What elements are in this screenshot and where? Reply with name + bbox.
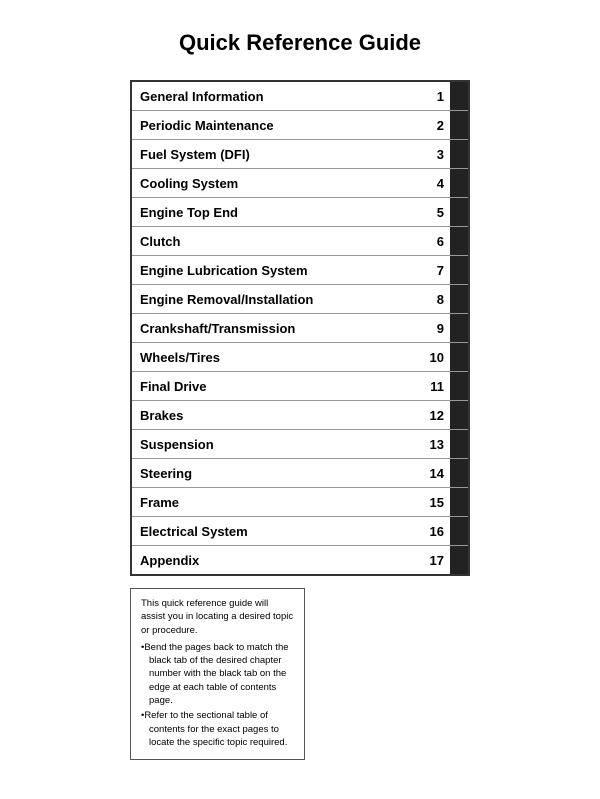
note-box: This quick reference guide will assist y… (130, 588, 305, 760)
note-text-first: This quick reference guide will assist y… (141, 597, 294, 637)
toc-row: Frame15 (132, 488, 468, 517)
toc-label: Cooling System (132, 171, 422, 196)
toc-tab-black (450, 459, 468, 487)
toc-number: 14 (422, 461, 450, 486)
toc-row: General Information1 (132, 82, 468, 111)
toc-tab-black (450, 372, 468, 400)
toc-row: Appendix17 (132, 546, 468, 574)
toc-label: Brakes (132, 403, 422, 428)
toc-label: Fuel System (DFI) (132, 142, 422, 167)
toc-row: Engine Removal/Installation8 (132, 285, 468, 314)
toc-number: 6 (422, 229, 450, 254)
toc-tab-black (450, 140, 468, 168)
toc-row: Wheels/Tires10 (132, 343, 468, 372)
toc-label: Clutch (132, 229, 422, 254)
toc-tab-black (450, 227, 468, 255)
toc-row: Cooling System4 (132, 169, 468, 198)
toc-row: Engine Lubrication System7 (132, 256, 468, 285)
toc-number: 11 (422, 374, 450, 399)
toc-tab-black (450, 256, 468, 284)
toc-tab-black (450, 169, 468, 197)
toc-row: Clutch6 (132, 227, 468, 256)
toc-number: 2 (422, 113, 450, 138)
toc-row: Suspension13 (132, 430, 468, 459)
toc-label: Crankshaft/Transmission (132, 316, 422, 341)
toc-label: Final Drive (132, 374, 422, 399)
toc-number: 4 (422, 171, 450, 196)
toc-tab-black (450, 198, 468, 226)
toc-tab-black (450, 430, 468, 458)
toc-number: 12 (422, 403, 450, 428)
toc-row: Brakes12 (132, 401, 468, 430)
toc-label: Appendix (132, 548, 422, 573)
toc-label: Electrical System (132, 519, 422, 544)
toc-row: Steering14 (132, 459, 468, 488)
toc-number: 17 (422, 548, 450, 573)
toc-label: Engine Removal/Installation (132, 287, 422, 312)
toc-label: Suspension (132, 432, 422, 457)
toc-row: Fuel System (DFI)3 (132, 140, 468, 169)
toc-number: 5 (422, 200, 450, 225)
toc-label: Steering (132, 461, 422, 486)
toc-number: 3 (422, 142, 450, 167)
toc-tab-black (450, 343, 468, 371)
toc-label: Engine Top End (132, 200, 422, 225)
toc-number: 1 (422, 84, 450, 109)
toc-row: Engine Top End5 (132, 198, 468, 227)
toc-label: General Information (132, 84, 422, 109)
toc-tab-black (450, 82, 468, 110)
toc-tab-black (450, 401, 468, 429)
toc-number: 15 (422, 490, 450, 515)
toc-tab-black (450, 517, 468, 545)
toc-number: 16 (422, 519, 450, 544)
toc-row: Periodic Maintenance2 (132, 111, 468, 140)
toc-label: Wheels/Tires (132, 345, 422, 370)
toc-number: 7 (422, 258, 450, 283)
toc-row: Final Drive11 (132, 372, 468, 401)
toc-tab-black (450, 285, 468, 313)
toc-row: Crankshaft/Transmission9 (132, 314, 468, 343)
toc-row: Electrical System16 (132, 517, 468, 546)
note-bullet-1: •Bend the pages back to match the black … (141, 641, 294, 707)
toc-tab-black (450, 111, 468, 139)
toc-label: Engine Lubrication System (132, 258, 422, 283)
toc-table: General Information1Periodic Maintenance… (130, 80, 470, 576)
toc-label: Periodic Maintenance (132, 113, 422, 138)
toc-tab-black (450, 546, 468, 574)
toc-number: 9 (422, 316, 450, 341)
toc-tab-black (450, 314, 468, 342)
toc-number: 8 (422, 287, 450, 312)
note-bullet-2: •Refer to the sectional table of content… (141, 709, 294, 749)
toc-number: 10 (422, 345, 450, 370)
toc-tab-black (450, 488, 468, 516)
toc-label: Frame (132, 490, 422, 515)
toc-number: 13 (422, 432, 450, 457)
bottom-section: This quick reference guide will assist y… (130, 588, 470, 760)
page-title: Quick Reference Guide (179, 30, 421, 56)
